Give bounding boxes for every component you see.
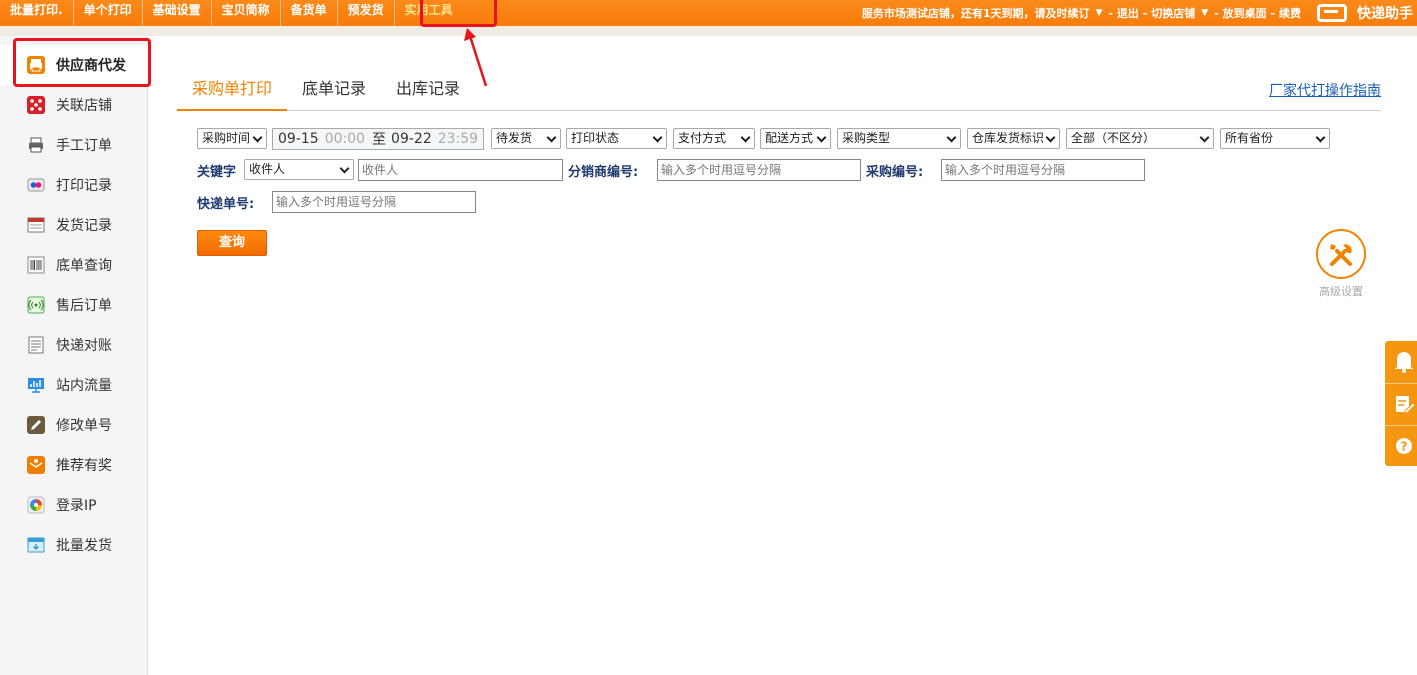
sidebar-item-label: 修改单号 bbox=[56, 418, 112, 434]
nav-item-short-name[interactable]: 宝贝简称 bbox=[212, 0, 281, 26]
sidebar-item-label: 站内流量 bbox=[56, 378, 112, 394]
barcode-icon bbox=[27, 256, 45, 274]
add-to-desktop-link[interactable]: - 放到桌面 - bbox=[1214, 5, 1275, 21]
top-right-links: 服务市场测试店铺，还有1天到期，请及时续订 ▼ - 退出 - 切换店铺 ▼ - … bbox=[860, 0, 1417, 26]
annotation-box-supplier-dropship bbox=[13, 38, 151, 87]
warehouse-flag-select[interactable]: 仓库发货标识 bbox=[967, 128, 1060, 149]
nav-basic-settings[interactable]: 基础设置 bbox=[143, 0, 212, 26]
nav-stock-list[interactable]: 备货单 bbox=[281, 0, 338, 26]
sidebar-item-label: 登录IP bbox=[56, 498, 97, 514]
purchase-no-input[interactable] bbox=[941, 159, 1145, 181]
nav-batch-print[interactable]: 批量打印. bbox=[0, 0, 74, 26]
sidebar-item-waybill-query[interactable]: 底单查询 bbox=[0, 245, 148, 285]
date-from: 09-15 bbox=[278, 131, 319, 147]
brand-name: 快递助手 bbox=[1357, 6, 1413, 22]
logout-link[interactable]: - 退出 - bbox=[1108, 5, 1147, 21]
sidebar-item-label: 售后订单 bbox=[56, 298, 112, 314]
sidebar-item-ship-records[interactable]: 发货记录 bbox=[0, 205, 148, 245]
sidebar-item-login-ip[interactable]: 登录IP bbox=[0, 485, 148, 525]
sidebar-item-label: 手工订单 bbox=[56, 138, 112, 154]
tools-icon bbox=[1316, 229, 1366, 279]
keyword-label: 关键字 bbox=[197, 165, 237, 180]
print-status-select[interactable]: 打印状态 bbox=[566, 128, 667, 149]
date-to: 09-22 bbox=[391, 131, 432, 147]
time-from: 00:00 bbox=[324, 131, 366, 147]
sidebar-item-edit-tracking[interactable]: 修改单号 bbox=[0, 405, 148, 445]
switch-store-link[interactable]: 切换店铺 bbox=[1151, 5, 1195, 21]
keyword-input[interactable] bbox=[358, 159, 563, 181]
advanced-settings-label: 高级设置 bbox=[1319, 285, 1363, 298]
sidebar-item-label: 快递对账 bbox=[56, 338, 112, 354]
svg-text:?: ? bbox=[1401, 440, 1408, 454]
renew-link[interactable]: 续费 bbox=[1279, 5, 1301, 21]
ship-method-select[interactable]: 配送方式 bbox=[760, 128, 831, 149]
bell-icon[interactable] bbox=[1385, 341, 1417, 381]
top-nav-menu: 批量打印. 单个打印 基础设置 宝贝简称 备货单 预发货 实用工具 bbox=[0, 0, 463, 26]
distributor-no-input[interactable] bbox=[657, 159, 861, 181]
province-select[interactable]: 所有省份 bbox=[1220, 128, 1330, 149]
nav-pre-ship[interactable]: 预发货 bbox=[338, 0, 395, 26]
sidebar-item-manual-order[interactable]: 手工订单 bbox=[0, 125, 148, 165]
floating-toolbar: ? bbox=[1385, 341, 1417, 466]
dots-icon bbox=[27, 176, 45, 194]
sidebar-item-batch-ship[interactable]: 批量发货 bbox=[0, 525, 148, 565]
top-nav-bar: 批量打印. 单个打印 基础设置 宝贝简称 备货单 预发货 实用工具 服务市场测试… bbox=[0, 0, 1417, 26]
time-type-select[interactable]: 采购时间 bbox=[197, 128, 267, 149]
date-range-field[interactable]: 09-15 00:00 至 09-22 23:59 bbox=[272, 128, 484, 150]
subscription-notice[interactable]: 服务市场测试店铺，还有1天到期，请及时续订 bbox=[862, 5, 1090, 21]
sidebar-item-label: 推荐有奖 bbox=[56, 458, 112, 474]
sidebar-item-label: 底单查询 bbox=[56, 258, 112, 274]
date-separator: 至 bbox=[372, 132, 387, 148]
nav-single-print[interactable]: 单个打印 bbox=[74, 0, 143, 26]
tab-bar: 采购单打印 底单记录 出库记录 厂家代打操作指南 bbox=[177, 72, 1381, 111]
header-strip bbox=[0, 26, 1417, 36]
sidebar: 供应商代发 关联店铺 手工订单 打印记录 发货记录 底单查询 售后订单 快递对账… bbox=[0, 36, 148, 675]
scope-select[interactable]: 全部（不区分） bbox=[1066, 128, 1214, 149]
purchase-no-label: 采购编号: bbox=[866, 165, 924, 180]
sidebar-item-print-records[interactable]: 打印记录 bbox=[0, 165, 148, 205]
brand-logo-icon bbox=[1317, 4, 1347, 22]
sidebar-item-label: 关联店铺 bbox=[56, 98, 112, 114]
dropship-guide-link[interactable]: 厂家代打操作指南 bbox=[1269, 80, 1381, 100]
sidebar-item-linked-stores[interactable]: 关联店铺 bbox=[0, 85, 148, 125]
dice-icon bbox=[27, 96, 45, 114]
sidebar-item-referral-reward[interactable]: 推荐有奖 bbox=[0, 445, 148, 485]
printer-gray-icon bbox=[27, 136, 45, 154]
sidebar-item-label: 发货记录 bbox=[56, 218, 112, 234]
distributor-no-label: 分销商编号: bbox=[568, 165, 639, 180]
tab-outbound-records[interactable]: 出库记录 bbox=[396, 72, 460, 111]
order-status-select[interactable]: 待发货 bbox=[491, 128, 561, 149]
edit-icon bbox=[27, 416, 45, 434]
help-icon[interactable]: ? bbox=[1385, 425, 1417, 465]
calendar-icon bbox=[27, 216, 45, 234]
express-no-label: 快递单号: bbox=[197, 197, 255, 212]
advanced-settings-button[interactable]: 高级设置 bbox=[1315, 229, 1367, 299]
query-button[interactable]: 查询 bbox=[197, 230, 267, 256]
sidebar-item-express-reconcile[interactable]: 快递对账 bbox=[0, 325, 148, 365]
time-to: 23:59 bbox=[437, 131, 479, 147]
edit-note-icon[interactable] bbox=[1385, 383, 1417, 423]
chevron-down-icon[interactable]: ▼ bbox=[1096, 8, 1103, 18]
pay-method-select[interactable]: 支付方式 bbox=[673, 128, 755, 149]
monitor-icon bbox=[27, 376, 45, 394]
pinwheel-icon bbox=[27, 496, 45, 514]
purchase-type-select[interactable]: 采购类型 bbox=[837, 128, 961, 149]
box-icon bbox=[27, 536, 45, 554]
document-icon bbox=[27, 336, 45, 354]
express-no-input[interactable] bbox=[272, 191, 476, 213]
tab-purchase-print[interactable]: 采购单打印 bbox=[177, 72, 288, 111]
chevron-down-icon[interactable]: ▼ bbox=[1201, 8, 1208, 18]
keyword-type-select[interactable]: 收件人 bbox=[244, 159, 354, 180]
signal-icon bbox=[27, 296, 45, 314]
sidebar-item-site-traffic[interactable]: 站内流量 bbox=[0, 365, 148, 405]
annotation-box-utility-tools bbox=[420, 0, 497, 27]
tab-waybill-records[interactable]: 底单记录 bbox=[302, 72, 366, 111]
annotation-arrow-icon bbox=[464, 28, 488, 87]
sidebar-item-label: 打印记录 bbox=[56, 178, 112, 194]
sidebar-item-after-sales[interactable]: 售后订单 bbox=[0, 285, 148, 325]
gift-icon bbox=[27, 456, 45, 474]
main-panel: 采购单打印 底单记录 出库记录 厂家代打操作指南 采购时间 09-15 00:0… bbox=[148, 36, 1410, 675]
brand: 快递助手 bbox=[1317, 3, 1417, 23]
sidebar-item-label: 批量发货 bbox=[56, 538, 112, 554]
